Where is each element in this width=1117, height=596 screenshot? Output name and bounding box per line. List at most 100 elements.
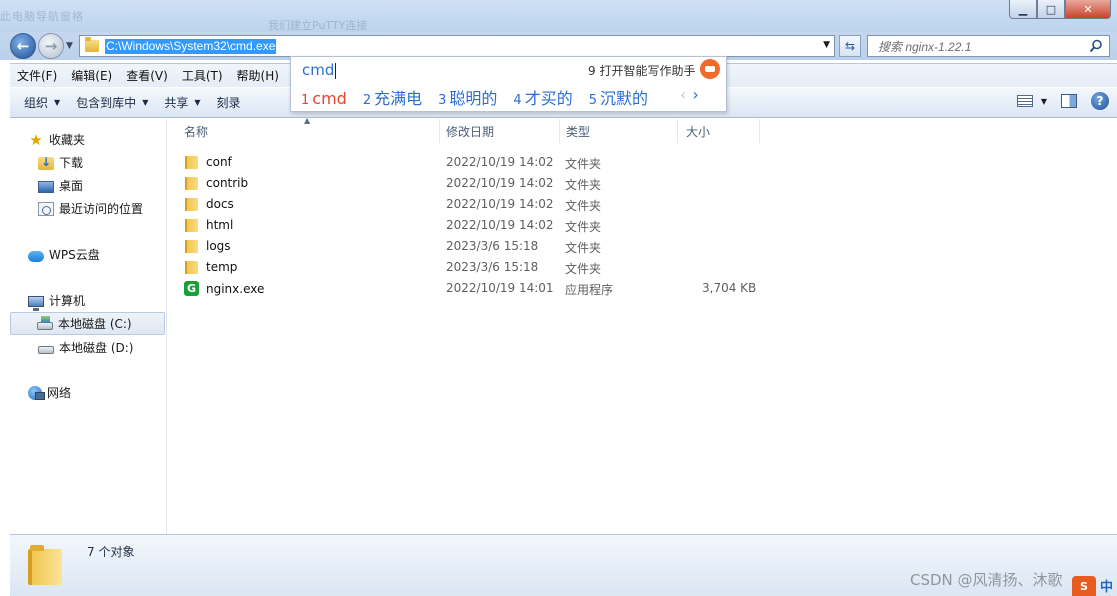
file-name-cell: docs — [184, 197, 234, 211]
minimize-button[interactable]: ▁ — [1009, 0, 1037, 19]
ime-candidate[interactable]: 4 才买的 — [513, 85, 572, 109]
menu-file[interactable]: 文件(F) — [10, 67, 64, 84]
include-library-button[interactable]: 包含到库中 ▼ — [68, 94, 156, 111]
file-date: 2022/10/19 14:02 — [446, 218, 554, 232]
burn-button[interactable]: 刻录 — [209, 94, 249, 111]
details-view-icon — [1016, 95, 1033, 107]
address-history-dropdown[interactable]: ▼ — [823, 40, 830, 50]
menu-view[interactable]: 查看(V) — [119, 67, 175, 84]
sidebar-item-computer[interactable]: 计算机 — [28, 292, 85, 311]
table-row[interactable]: logs 2023/3/6 15:18 文件夹 — [168, 236, 768, 257]
ime-mode-indicator[interactable]: 中 — [1100, 576, 1113, 595]
ime-pager: ‹ › — [680, 85, 699, 104]
sidebar-item-network[interactable]: 网络 — [28, 384, 71, 401]
column-header-size[interactable]: 大小 — [678, 119, 760, 143]
ime-candidate[interactable]: 5 沉默的 — [589, 85, 648, 109]
sidebar-item-label: 本地磁盘 (D:) — [59, 341, 134, 355]
file-name: temp — [206, 260, 238, 274]
forward-button[interactable]: → — [38, 33, 64, 59]
file-name-cell: logs — [184, 239, 231, 253]
search-icon[interactable] — [1089, 39, 1103, 53]
sidebar-item-label: 本地磁盘 (C:) — [58, 317, 132, 331]
file-date: 2022/10/19 14:02 — [446, 197, 554, 211]
table-row[interactable]: conf 2022/10/19 14:02 文件夹 — [168, 152, 768, 173]
refresh-button[interactable]: ⇆ — [839, 35, 861, 57]
ime-candidate[interactable]: 1 cmd — [301, 89, 347, 108]
table-row[interactable]: html 2022/10/19 14:02 文件夹 — [168, 215, 768, 236]
search-box[interactable]: 搜索 nginx-1.22.1 — [867, 35, 1110, 57]
column-header-label: 修改日期 — [446, 124, 495, 139]
close-button[interactable]: ✕ — [1065, 0, 1111, 19]
text-cursor — [335, 62, 337, 79]
file-name-cell: contrib — [184, 176, 248, 190]
menu-edit[interactable]: 编辑(E) — [64, 67, 119, 84]
next-page-icon[interactable]: › — [692, 85, 698, 104]
table-row[interactable]: Gnginx.exe 2022/10/19 14:01 应用程序 3,704 K… — [168, 278, 768, 299]
candidate-number: 2 — [362, 93, 372, 108]
sidebar-item-favorites[interactable]: ★ 收藏夹 — [28, 131, 85, 148]
file-list: ▲ 名称 修改日期 类型 大小 conf 2022/10/19 14:02 文件… — [168, 116, 1117, 534]
table-row[interactable]: docs 2022/10/19 14:02 文件夹 — [168, 194, 768, 215]
file-name: html — [206, 218, 234, 232]
drive-icon — [38, 346, 54, 354]
sidebar-item-wps-cloud[interactable]: WPS云盘 — [28, 246, 100, 263]
organize-button[interactable]: 组织 ▼ — [16, 94, 68, 111]
folder-icon — [184, 176, 199, 190]
file-date: 2023/3/6 15:18 — [446, 239, 539, 253]
sidebar-item-label: 桌面 — [59, 179, 84, 193]
file-name: docs — [206, 197, 234, 211]
file-type: 文件夹 — [565, 262, 602, 276]
chevron-down-icon: ▼ — [142, 98, 149, 107]
column-header-type[interactable]: 类型 — [560, 119, 678, 143]
object-count: 7 个对象 — [87, 545, 135, 559]
file-type: 文件夹 — [565, 157, 602, 171]
file-name-cell: html — [184, 218, 233, 232]
file-name-cell: conf — [184, 155, 232, 169]
sidebar-item-label: WPS云盘 — [49, 248, 100, 262]
title-bar: 此电脑导航窗格 我们建立PuTTY连接 ▁ □ ✕ — [0, 0, 1117, 32]
window-controls: ▁ □ ✕ — [1009, 0, 1111, 19]
sidebar-item-drive-c[interactable]: 本地磁盘 (C:) — [10, 312, 165, 335]
file-date: 2023/3/6 15:18 — [446, 260, 539, 274]
system-drive-icon — [37, 316, 53, 330]
prev-page-icon[interactable]: ‹ — [680, 85, 686, 104]
sidebar-item-desktop[interactable]: 桌面 — [38, 177, 83, 194]
ime-logo-icon: S — [1072, 576, 1096, 596]
ime-candidate[interactable]: 2 充满电 — [363, 85, 422, 109]
ime-candidate[interactable]: 3 聪明的 — [438, 85, 497, 109]
share-button[interactable]: 共享 ▼ — [156, 94, 208, 111]
maximize-button[interactable]: □ — [1037, 0, 1065, 19]
file-name-cell: temp — [184, 260, 237, 274]
change-view-button[interactable]: ▼ — [1016, 95, 1047, 107]
table-row[interactable]: contrib 2022/10/19 14:02 文件夹 — [168, 173, 768, 194]
candidate-text: 沉默的 — [600, 89, 649, 108]
column-header-label: 大小 — [686, 124, 711, 139]
sidebar-item-recent[interactable]: 最近访问的位置 — [38, 200, 143, 217]
candidate-text: 聪明的 — [449, 89, 498, 108]
sidebar-item-drive-d[interactable]: 本地磁盘 (D:) — [38, 339, 133, 356]
help-icon[interactable]: ? — [1091, 92, 1109, 110]
preview-pane-icon[interactable] — [1061, 94, 1077, 108]
column-header-name[interactable]: 名称 — [168, 119, 440, 143]
column-header-date[interactable]: 修改日期 — [440, 119, 560, 143]
address-text[interactable]: C:\Windows\System32\cmd.exe — [105, 38, 277, 54]
address-bar[interactable]: C:\Windows\System32\cmd.exe ▼ — [79, 35, 835, 57]
ime-assistant-option[interactable]: 9 打开智能写作助手 — [588, 62, 695, 79]
recent-places-icon — [38, 201, 54, 216]
candidate-text: 充满电 — [374, 89, 423, 108]
menu-tools[interactable]: 工具(T) — [175, 67, 230, 84]
file-type: 文件夹 — [565, 220, 602, 234]
navigation-pane: ★ 收藏夹 下载 桌面 最近访问的位置 WPS云盘 计算机 本地磁盘 (C:) … — [10, 119, 167, 534]
robot-assistant-icon[interactable] — [700, 59, 720, 79]
ime-composition: cmd — [302, 61, 337, 79]
table-row[interactable]: temp 2023/3/6 15:18 文件夹 — [168, 257, 768, 278]
share-label: 共享 — [164, 96, 189, 110]
recent-pages-dropdown[interactable]: ▼ — [66, 41, 73, 51]
menu-help[interactable]: 帮助(H) — [230, 67, 286, 84]
chevron-down-icon: ▼ — [194, 98, 201, 107]
sidebar-item-label: 网络 — [47, 386, 72, 400]
sidebar-item-downloads[interactable]: 下载 — [38, 154, 83, 171]
ime-candidate-window: cmd 9 打开智能写作助手 1 cmd 2 充满电 3 聪明的 4 才买的 5 沉默的 … — [290, 56, 727, 112]
back-button[interactable]: ← — [10, 33, 36, 59]
chevron-down-icon: ▼ — [54, 98, 61, 107]
